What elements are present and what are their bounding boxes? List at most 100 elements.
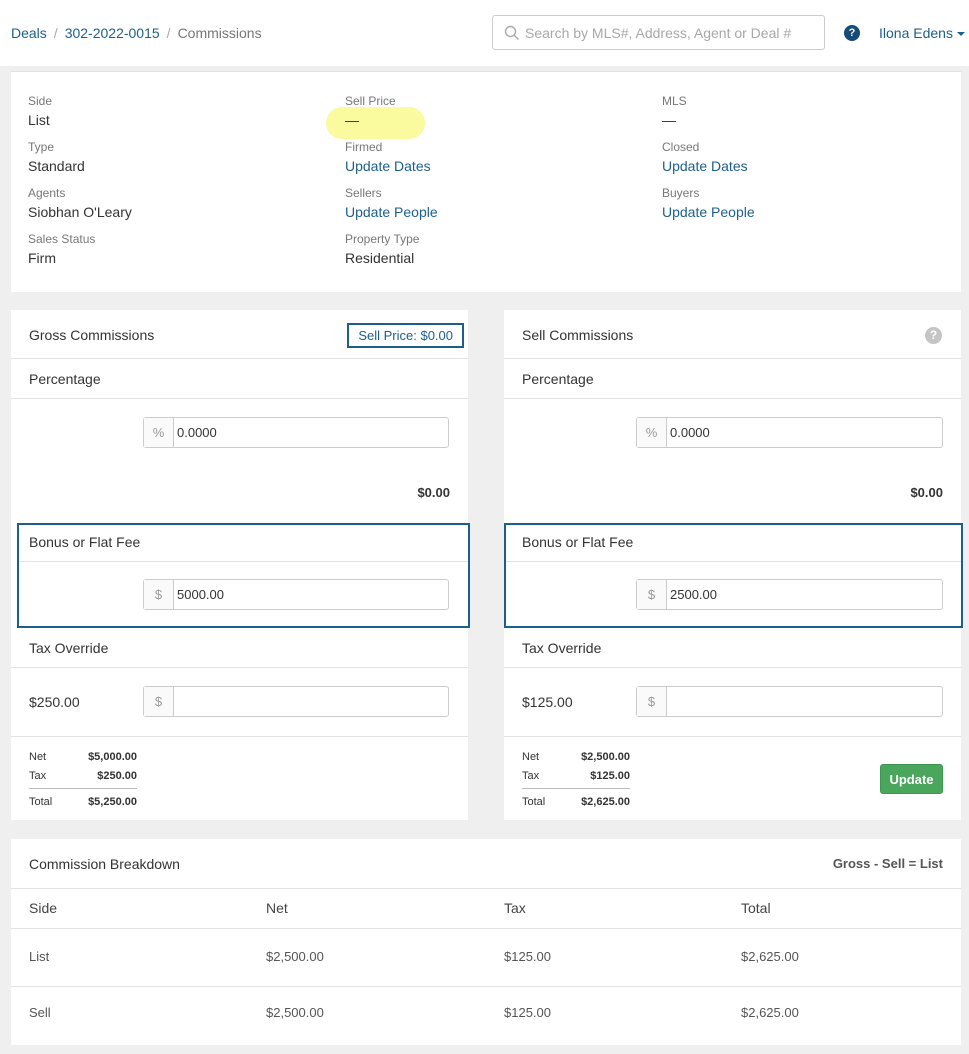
search-icon — [504, 25, 519, 40]
gross-tax-override-header: Tax Override — [11, 628, 468, 668]
divider — [504, 736, 961, 737]
sell-tax-amount: $125.00 — [522, 694, 573, 710]
sell-percent-input-group[interactable]: % — [636, 417, 943, 448]
sell-bonus-label: Bonus or Flat Fee — [522, 534, 634, 550]
sell-commissions-title: Sell Commissions — [522, 327, 634, 343]
row-net: $2,500.00 — [266, 949, 324, 964]
sell-price-badge[interactable]: Sell Price: $0.00 — [347, 323, 464, 348]
sell-tax-override-label: Tax Override — [522, 640, 602, 656]
buyers-update-people-link[interactable]: Update People — [662, 201, 755, 232]
table-row: List $2,500.00 $125.00 $2,625.00 — [11, 929, 961, 987]
question-icon[interactable]: ? — [925, 327, 942, 344]
user-menu[interactable]: Ilona Edens — [879, 25, 965, 41]
buyers-label: Buyers — [662, 186, 700, 200]
net-label: Net — [522, 751, 540, 763]
sell-percentage-header: Percentage — [504, 359, 961, 399]
gross-bonus-input-group[interactable]: $ — [143, 579, 449, 610]
column-header-net: Net — [266, 900, 288, 916]
row-total: $2,625.00 — [741, 949, 799, 964]
commission-breakdown-panel: Commission Breakdown Gross - Sell = List… — [11, 839, 961, 1045]
search-input[interactable] — [525, 16, 815, 49]
search-box[interactable] — [492, 15, 825, 50]
sell-net-row: Net $2,500.00 — [522, 748, 630, 767]
sell-totals: Net $2,500.00 Tax $125.00 Total $2,625.00 — [522, 748, 630, 812]
column-header-side: Side — [29, 900, 58, 916]
sell-commissions-card: Sell Commissions ? Percentage % $0.00 Bo… — [504, 310, 963, 820]
user-name: Ilona Edens — [879, 25, 953, 41]
percent-addon: % — [637, 418, 667, 447]
commission-breakdown-title: Commission Breakdown — [29, 856, 180, 872]
type-value: Standard — [28, 158, 85, 174]
property-type-value: Residential — [345, 250, 415, 266]
info-column-3: MLS — Closed Update Dates Buyers Update … — [662, 94, 755, 232]
breadcrumb-deal-link[interactable]: 302-2022-0015 — [65, 25, 160, 41]
gross-percent-input[interactable] — [177, 418, 442, 447]
agents-label: Agents — [28, 186, 66, 200]
gross-percent-amount: $0.00 — [417, 485, 450, 500]
closed-label: Closed — [662, 140, 700, 154]
property-type-label: Property Type — [345, 232, 420, 246]
sell-bonus-section: Bonus or Flat Fee $ — [504, 523, 963, 628]
firmed-label: Firmed — [345, 140, 383, 154]
closed-update-dates-link[interactable]: Update Dates — [662, 155, 755, 186]
agents-value: Siobhan O'Leary — [28, 204, 132, 220]
mls-label: MLS — [662, 94, 687, 108]
row-net: $2,500.00 — [266, 1005, 324, 1020]
gross-tax-override-input-group[interactable]: $ — [143, 686, 449, 717]
sell-total-row: Total $2,625.00 — [522, 793, 630, 812]
tax-value: $125.00 — [590, 770, 630, 782]
sellers-label: Sellers — [345, 186, 382, 200]
help-icon[interactable]: ? — [844, 25, 860, 41]
commission-breakdown-header: Commission Breakdown Gross - Sell = List — [11, 839, 961, 889]
gross-commissions-card: Gross Commissions Sell Price: $0.00 Perc… — [11, 310, 470, 820]
side-value: List — [28, 112, 50, 128]
totals-line — [522, 788, 630, 789]
firmed-update-dates-link[interactable]: Update Dates — [345, 155, 438, 186]
gross-percent-input-group[interactable]: % — [143, 417, 449, 448]
sell-price-label: Sell Price — [345, 94, 396, 108]
dollar-addon: $ — [637, 580, 667, 609]
column-header-total: Total — [741, 900, 771, 916]
gross-bonus-header: Bonus or Flat Fee — [19, 525, 468, 562]
breadcrumb-separator: / — [53, 25, 58, 41]
column-header-tax: Tax — [504, 900, 526, 916]
dollar-addon: $ — [637, 687, 667, 716]
dollar-addon: $ — [144, 580, 174, 609]
gross-commissions-header: Gross Commissions Sell Price: $0.00 — [11, 310, 468, 359]
total-value: $2,625.00 — [581, 796, 630, 808]
sell-percent-input[interactable] — [670, 418, 935, 447]
sell-commissions-header: Sell Commissions ? — [504, 310, 961, 359]
row-tax: $125.00 — [504, 949, 551, 964]
sell-bonus-input-group[interactable]: $ — [636, 579, 943, 610]
gross-tax-override-input[interactable] — [177, 687, 442, 716]
info-column-1: Side List Type Standard Agents Siobhan O… — [28, 94, 132, 278]
row-side: List — [29, 949, 50, 964]
gross-commissions-title: Gross Commissions — [29, 327, 155, 343]
gross-tax-amount: $250.00 — [29, 694, 80, 710]
type-label: Type — [28, 140, 55, 154]
breadcrumb-separator: / — [166, 25, 171, 41]
sell-bonus-header: Bonus or Flat Fee — [506, 525, 961, 562]
row-tax: $125.00 — [504, 1005, 551, 1020]
row-side: Sell — [29, 1005, 51, 1020]
gross-bonus-input[interactable] — [177, 580, 442, 609]
gross-tax-override-label: Tax Override — [29, 640, 109, 656]
divider — [11, 736, 468, 737]
sell-tax-override-input[interactable] — [670, 687, 935, 716]
gross-totals: Net $5,000.00 Tax $250.00 Total $5,250.00 — [29, 748, 137, 812]
table-row: Sell $2,500.00 $125.00 $2,625.00 — [11, 987, 961, 1045]
update-button[interactable]: Update — [880, 764, 943, 794]
sales-status-label: Sales Status — [28, 232, 96, 246]
gross-bonus-label: Bonus or Flat Fee — [29, 534, 141, 550]
sellers-update-people-link[interactable]: Update People — [345, 201, 438, 232]
deal-info-panel: Side List Type Standard Agents Siobhan O… — [11, 71, 961, 292]
sell-tax-override-input-group[interactable]: $ — [636, 686, 943, 717]
total-label: Total — [522, 796, 546, 808]
sell-bonus-input[interactable] — [670, 580, 935, 609]
tax-label: Tax — [29, 770, 47, 782]
sell-tax-override-header: Tax Override — [504, 628, 961, 668]
side-label: Side — [28, 94, 53, 108]
breadcrumb-deals-link[interactable]: Deals — [11, 25, 47, 41]
gross-bonus-section: Bonus or Flat Fee $ — [17, 523, 470, 628]
total-value: $5,250.00 — [88, 796, 137, 808]
